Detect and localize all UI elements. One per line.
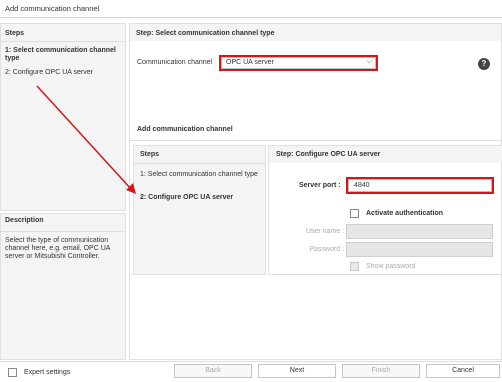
next-button[interactable]: Next xyxy=(258,364,336,378)
user-name-label: User name : xyxy=(305,228,344,235)
outer-step-2: 2: Configure OPC UA server xyxy=(5,69,93,76)
help-icon[interactable]: ? xyxy=(478,58,490,70)
inner-step-header: Step: Configure OPC UA server xyxy=(276,151,381,158)
channel-select[interactable]: OPC UA server ⌵ xyxy=(221,57,376,69)
arrow-line xyxy=(36,85,133,191)
description-divider xyxy=(0,231,126,232)
inner-step-1: 1: Select communication channel type xyxy=(140,171,258,178)
user-name-input[interactable] xyxy=(346,224,493,239)
server-port-input[interactable]: 4840 xyxy=(348,179,492,192)
show-password-checkbox[interactable] xyxy=(350,262,359,271)
channel-label: Communication channel xyxy=(137,59,213,66)
description-header: Description xyxy=(5,217,44,224)
description-text: Select the type of communication channel… xyxy=(5,237,111,260)
activate-auth-checkbox[interactable] xyxy=(350,209,359,218)
arrow-annotation xyxy=(36,85,136,194)
show-password-label: Show password xyxy=(366,263,416,270)
description-panel xyxy=(0,213,126,360)
server-port-label: Server port : xyxy=(299,182,341,189)
outer-steps-header: Steps xyxy=(5,30,25,37)
outer-step-header: Step: Select communication channel type xyxy=(136,30,275,37)
title-divider xyxy=(0,17,502,18)
channel-select-value: OPC UA server xyxy=(226,59,274,66)
inner-dialog-title: Add communication channel xyxy=(137,126,233,133)
inner-step-2: 2: Configure OPC UA server xyxy=(140,194,234,201)
password-label: Password : xyxy=(309,246,344,253)
footer-divider xyxy=(0,361,502,362)
outer-steps-divider xyxy=(0,41,126,42)
inner-title-divider xyxy=(130,140,502,141)
inner-steps-panel xyxy=(133,145,266,275)
activate-auth-label: Activate authentication xyxy=(366,210,444,217)
expert-settings-checkbox[interactable] xyxy=(8,368,17,377)
server-port-value: 4840 xyxy=(354,182,370,189)
cancel-button[interactable]: Cancel xyxy=(426,364,500,378)
outer-step-1: 1: Select communication channel type xyxy=(5,47,116,62)
chevron-down-icon: ⌵ xyxy=(366,58,372,65)
expert-settings-label: Expert settings xyxy=(24,369,71,376)
inner-steps-divider xyxy=(133,163,266,164)
password-input[interactable] xyxy=(346,242,493,257)
back-button[interactable]: Back xyxy=(174,364,252,378)
finish-button[interactable]: Finish xyxy=(342,364,420,378)
window-title: Add communication channel xyxy=(5,4,100,13)
